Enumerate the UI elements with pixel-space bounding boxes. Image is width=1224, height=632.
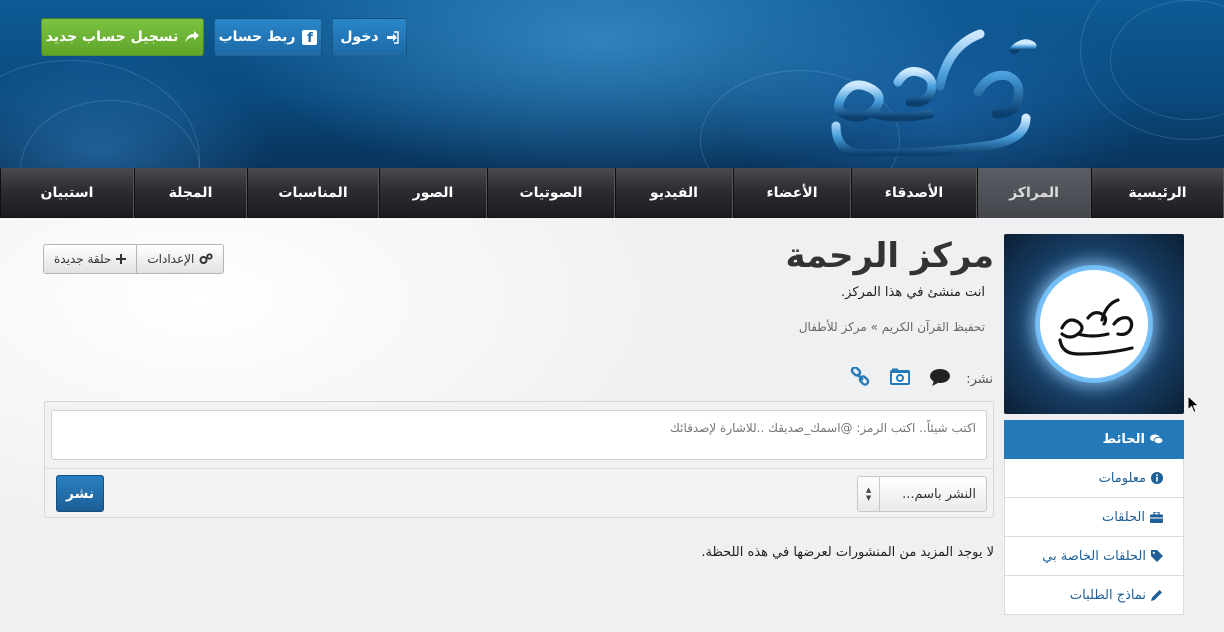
center-title: مركز الرحمة <box>785 236 994 276</box>
share-arrow-icon <box>185 31 200 43</box>
nav-item-survey[interactable]: استبيان <box>0 168 134 218</box>
publish-button[interactable]: نشر <box>56 475 104 512</box>
new-circle-button[interactable]: حلقة جديدة <box>44 245 137 273</box>
nav-label: الفيديو <box>650 185 698 201</box>
sidebar-item-label: الحلقات <box>1101 509 1145 525</box>
avatar-logo-mark <box>1058 298 1134 356</box>
tag-icon <box>1151 550 1163 562</box>
nav-label: الصور <box>412 185 454 201</box>
center-avatar[interactable] <box>1004 234 1184 414</box>
post-as-select[interactable]: النشر باسم... ▲ ▼ <box>857 476 987 512</box>
sidebar-item-wall[interactable]: الحائط <box>1004 420 1184 459</box>
nav-label: المجلة <box>168 185 213 201</box>
settings-label: الإعدادات <box>147 252 195 266</box>
nav-item-centers[interactable]: المراكز <box>977 168 1091 218</box>
gears-icon <box>199 253 213 265</box>
new-circle-label: حلقة جديدة <box>54 252 112 266</box>
composer-divider <box>45 468 993 469</box>
nav-label: الأعضاء <box>766 185 818 201</box>
header-banner: دخول f ربط حساب تسجيل حساب جديد <box>0 0 1224 168</box>
link-icon <box>850 366 870 391</box>
link-facebook-button[interactable]: f ربط حساب <box>214 18 322 56</box>
nav-label: الصوتيات <box>519 185 583 201</box>
settings-button[interactable]: الإعدادات <box>136 245 224 273</box>
nav-item-magazine[interactable]: المجلة <box>134 168 247 218</box>
login-label: دخول <box>340 29 379 45</box>
nav-item-video[interactable]: الفيديو <box>615 168 733 218</box>
nav-item-events[interactable]: المناسبات <box>247 168 379 218</box>
nav-item-home[interactable]: الرئيسية <box>1091 168 1224 218</box>
login-button[interactable]: دخول <box>332 18 407 56</box>
facebook-icon: f <box>302 29 318 45</box>
publish-button-label: نشر <box>65 485 95 502</box>
center-categories: تحفيظ القرآن الكريم » مركز للأطفال <box>798 320 985 334</box>
nav-label: الرئيسية <box>1128 185 1187 201</box>
sidebar-item-label: معلومات <box>1098 470 1146 486</box>
center-actions: حلقة جديدة الإعدادات <box>43 244 225 274</box>
plus-icon <box>116 254 127 264</box>
sidebar-item-label: الحائط <box>1102 432 1145 447</box>
nav-label: الأصدقاء <box>884 185 944 201</box>
comments-icon <box>1150 434 1163 445</box>
select-arrows-icon: ▲ ▼ <box>858 477 880 511</box>
nav-label: المناسبات <box>278 185 348 201</box>
creator-note: انت منشئ في هذا المركز. <box>841 285 985 300</box>
nav-label: استبيان <box>40 185 94 201</box>
center-sidebar-menu: الحائط معلومات الحلقات الحلقات الخاصة بي… <box>1004 420 1184 615</box>
sidebar-item-label: الحلقات الخاصة بي <box>1042 548 1146 564</box>
info-icon <box>1151 472 1163 484</box>
nav-item-photos[interactable]: الصور <box>379 168 487 218</box>
sign-in-icon <box>386 30 399 44</box>
nav-item-friends[interactable]: الأصدقاء <box>851 168 977 218</box>
nav-item-audio[interactable]: الصوتيات <box>487 168 615 218</box>
camera-icon <box>889 368 911 390</box>
register-button[interactable]: تسجيل حساب جديد <box>41 18 204 56</box>
sidebar-item-label: نماذج الطلبات <box>1069 587 1146 603</box>
post-as-value: النشر باسم... <box>902 486 976 502</box>
link-post-tab[interactable] <box>847 366 873 392</box>
feed-empty-message: لا يوجد المزيد من المنشورات لعرضها في هذ… <box>701 545 994 560</box>
site-logo[interactable] <box>828 22 1044 156</box>
pencil-icon <box>1151 589 1163 601</box>
sidebar-item-circles[interactable]: الحلقات <box>1004 498 1184 537</box>
sidebar-item-my-circles[interactable]: الحلقات الخاصة بي <box>1004 537 1184 576</box>
photo-post-tab[interactable] <box>887 366 913 392</box>
post-textarea[interactable] <box>51 410 987 460</box>
sidebar-item-info[interactable]: معلومات <box>1004 459 1184 498</box>
briefcase-icon <box>1150 511 1163 523</box>
publish-label: نشر: <box>966 372 993 387</box>
mouse-cursor-icon <box>1188 396 1200 414</box>
nav-label: المراكز <box>1009 185 1059 201</box>
sidebar-item-request-forms[interactable]: نماذج الطلبات <box>1004 576 1184 615</box>
post-composer: النشر باسم... ▲▼ نشر <box>44 401 994 518</box>
avatar-logo-ring <box>1040 270 1148 378</box>
link-facebook-label: ربط حساب <box>218 29 296 45</box>
register-label: تسجيل حساب جديد <box>45 29 179 45</box>
main-nav: الرئيسية المراكز الأصدقاء الأعضاء الفيدي… <box>0 168 1224 218</box>
nav-item-members[interactable]: الأعضاء <box>733 168 851 218</box>
status-post-tab[interactable] <box>927 366 953 392</box>
comment-icon <box>929 368 951 390</box>
